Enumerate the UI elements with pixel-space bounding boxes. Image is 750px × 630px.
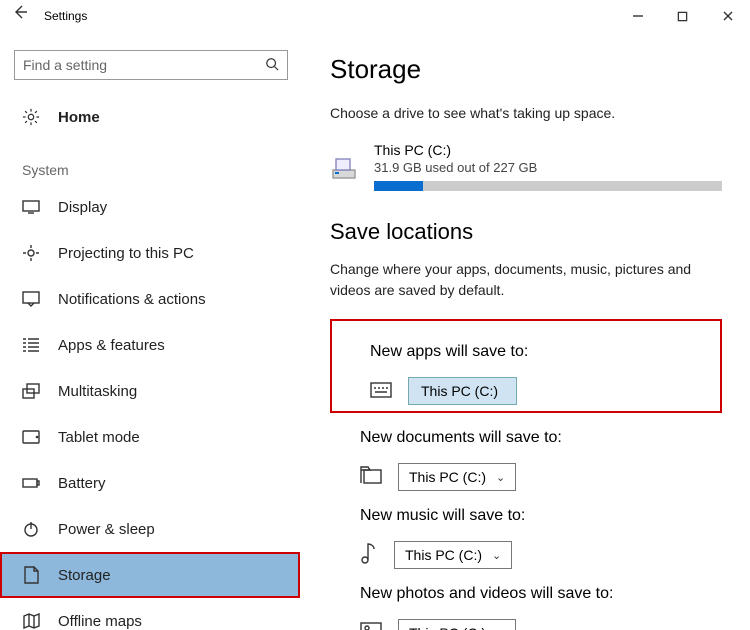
storage-icon (22, 566, 40, 584)
search-icon (265, 57, 279, 74)
apps-icon (370, 380, 392, 403)
apps-save-group: New apps will save to: This PC (C:) (330, 319, 722, 413)
window-title: Settings (40, 9, 615, 23)
apps-icon (22, 336, 40, 354)
photos-save-value: This PC (C:) (409, 625, 486, 630)
section-label: System (0, 140, 300, 184)
page-title: Storage (330, 54, 722, 85)
drive-usage-fill (374, 181, 423, 191)
sidebar-item-label: Display (58, 199, 107, 216)
music-icon (360, 542, 378, 569)
documents-icon (360, 466, 382, 489)
window-buttons (615, 0, 750, 32)
sidebar-item-storage[interactable]: Storage (0, 552, 300, 598)
drive-prompt: Choose a drive to see what's taking up s… (330, 103, 722, 124)
save-heading: Save locations (330, 219, 722, 245)
sidebar-item-label: Offline maps (58, 613, 142, 630)
projecting-icon (22, 244, 40, 262)
drive-usage-bar (374, 181, 722, 191)
docs-save-dropdown[interactable]: This PC (C:) ⌄ (398, 463, 516, 491)
sidebar: Find a setting Home System Display Proje… (0, 32, 300, 630)
drive-usage: 31.9 GB used out of 227 GB (374, 160, 722, 175)
music-save-value: This PC (C:) (405, 547, 482, 563)
photos-save-group: New photos and videos will save to: This… (330, 585, 722, 630)
save-prompt: Change where your apps, documents, music… (330, 259, 722, 301)
music-save-group: New music will save to: This PC (C:) ⌄ (330, 507, 722, 569)
photos-save-dropdown[interactable]: This PC (C:) ⌄ (398, 619, 516, 630)
sidebar-item-label: Multitasking (58, 383, 137, 400)
battery-icon (22, 474, 40, 492)
sidebar-item-label: Projecting to this PC (58, 245, 194, 262)
search-input[interactable]: Find a setting (14, 50, 288, 80)
chevron-down-icon: ⌄ (496, 471, 505, 484)
home-label: Home (58, 109, 100, 126)
sidebar-item-power[interactable]: Power & sleep (0, 506, 300, 552)
notifications-icon (22, 290, 40, 308)
gear-icon (22, 108, 40, 126)
music-save-label: New music will save to: (360, 507, 722, 525)
sidebar-item-battery[interactable]: Battery (0, 460, 300, 506)
sidebar-item-multitasking[interactable]: Multitasking (0, 368, 300, 414)
sidebar-item-label: Apps & features (58, 337, 165, 354)
sidebar-item-projecting[interactable]: Projecting to this PC (0, 230, 300, 276)
sidebar-item-label: Power & sleep (58, 521, 155, 538)
apps-save-value: This PC (C:) (421, 383, 498, 399)
sidebar-item-tablet[interactable]: Tablet mode (0, 414, 300, 460)
sidebar-item-label: Storage (58, 567, 111, 584)
sidebar-item-notifications[interactable]: Notifications & actions (0, 276, 300, 322)
photos-icon (360, 622, 382, 630)
sidebar-item-label: Notifications & actions (58, 291, 206, 308)
maps-icon (22, 612, 40, 630)
sidebar-item-label: Tablet mode (58, 429, 140, 446)
docs-save-group: New documents will save to: This PC (C:)… (330, 429, 722, 491)
home-nav[interactable]: Home (0, 94, 300, 140)
apps-save-label: New apps will save to: (370, 343, 712, 361)
drive-icon (330, 153, 358, 181)
apps-save-dropdown[interactable]: This PC (C:) (408, 377, 517, 405)
drive-entry[interactable]: This PC (C:) 31.9 GB used out of 227 GB (330, 142, 722, 191)
sidebar-item-label: Battery (58, 475, 106, 492)
main-pane: Storage Choose a drive to see what's tak… (300, 32, 750, 630)
maximize-button[interactable] (660, 0, 705, 32)
chevron-down-icon: ⌄ (492, 549, 501, 562)
titlebar: Settings (0, 0, 750, 32)
sidebar-item-display[interactable]: Display (0, 184, 300, 230)
display-icon (22, 198, 40, 216)
sidebar-item-maps[interactable]: Offline maps (0, 598, 300, 630)
docs-save-label: New documents will save to: (360, 429, 722, 447)
search-placeholder: Find a setting (23, 57, 265, 73)
minimize-button[interactable] (615, 0, 660, 32)
docs-save-value: This PC (C:) (409, 469, 486, 485)
photos-save-label: New photos and videos will save to: (360, 585, 722, 603)
multitasking-icon (22, 382, 40, 400)
power-icon (22, 520, 40, 538)
music-save-dropdown[interactable]: This PC (C:) ⌄ (394, 541, 512, 569)
back-button[interactable] (0, 0, 40, 32)
tablet-icon (22, 428, 40, 446)
drive-name: This PC (C:) (374, 142, 722, 158)
close-button[interactable] (705, 0, 750, 32)
sidebar-item-apps[interactable]: Apps & features (0, 322, 300, 368)
chevron-down-icon: ⌄ (496, 627, 505, 630)
